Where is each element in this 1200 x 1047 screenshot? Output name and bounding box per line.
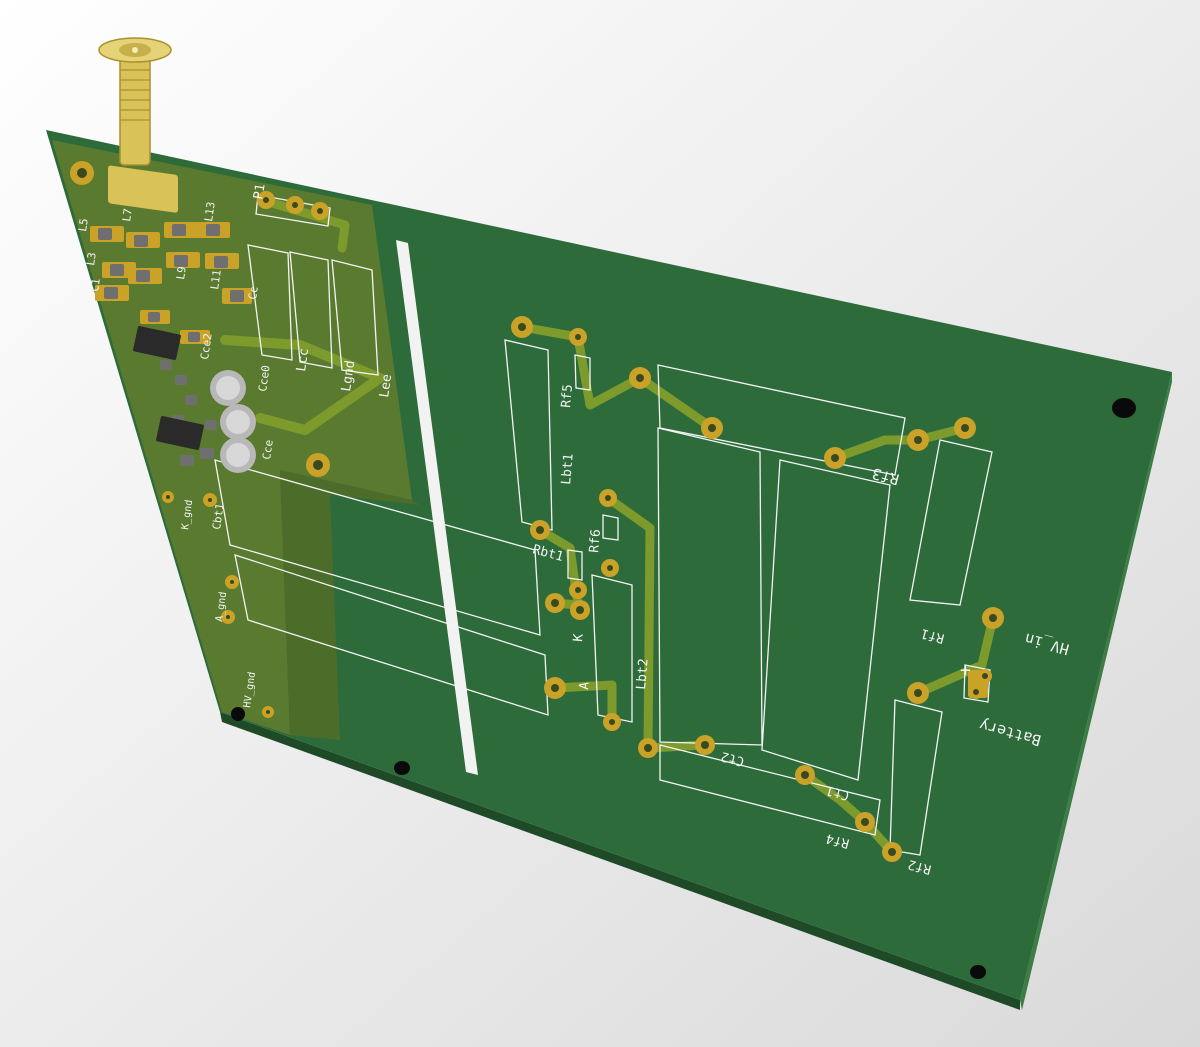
label-c1: C1 <box>88 277 103 292</box>
label-lbt1: Lbt1 <box>559 453 577 486</box>
label-rf6: Rf6 <box>587 529 604 554</box>
label-p1: P1 <box>251 183 268 201</box>
mount-hole-bottom-mid <box>394 761 410 775</box>
label-l13: L13 <box>202 201 218 222</box>
pcb-3d-render: P1 Lcc Lgnd Lee Cc L5 L3 L7 L9 L11 L13 C… <box>0 0 1200 1047</box>
label-l3: L3 <box>84 251 99 266</box>
label-l9: L9 <box>174 265 189 280</box>
label-l7: L7 <box>120 207 135 222</box>
mount-hole-bottom-right <box>970 965 986 979</box>
label-a: A <box>577 681 593 690</box>
label-plus: + <box>960 660 971 681</box>
mount-hole-bottom-left <box>231 707 245 721</box>
mount-hole-top-right <box>1112 398 1136 418</box>
label-lbt2: Lbt2 <box>634 658 652 691</box>
label-cce: Cce <box>260 439 276 460</box>
label-l5: L5 <box>76 217 91 232</box>
label-l11: L11 <box>208 269 224 290</box>
label-rf5: Rf5 <box>559 384 576 409</box>
label-cc: Cc <box>246 285 261 300</box>
label-k: K <box>571 633 587 642</box>
